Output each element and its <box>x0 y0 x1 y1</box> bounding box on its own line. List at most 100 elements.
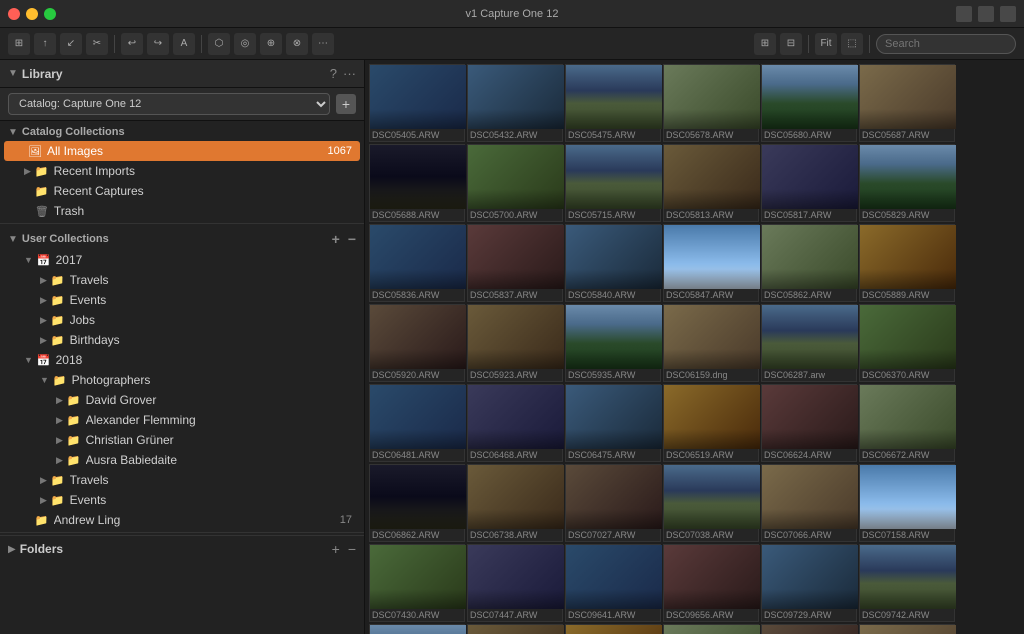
photo-cell[interactable]: DSC07027.ARW <box>565 464 661 542</box>
photo-cell[interactable]: DSC05935.ARW <box>565 304 661 382</box>
photo-cell[interactable]: DSC05715.ARW <box>565 144 661 222</box>
photo-cell[interactable]: DSC06159.dng <box>663 304 759 382</box>
photographers-chevron[interactable]: ▼ <box>40 375 49 385</box>
tool-btn-3[interactable]: ↙ <box>60 33 82 55</box>
folders-section[interactable]: ▶ Folders + − <box>0 535 364 562</box>
birthdays-chevron[interactable]: ▶ <box>40 335 47 346</box>
tool-btn-10[interactable]: ⊕ <box>260 33 282 55</box>
photo-cell[interactable]: DSC05475.ARW <box>565 64 661 142</box>
travels-2017-chevron[interactable]: ▶ <box>40 275 47 286</box>
travels-2017-item[interactable]: ▶ 📁 Travels <box>4 270 360 290</box>
photo-cell[interactable]: DSC06738.ARW <box>467 464 563 542</box>
folders-expand-arrow[interactable]: ▶ <box>8 544 16 555</box>
photo-cell[interactable]: DSC09771.ARW <box>369 624 465 634</box>
photo-cell[interactable]: DSC038861.arw <box>663 624 759 634</box>
tool-btn-8[interactable]: ⬡ <box>208 33 230 55</box>
toolbar-icon-2[interactable] <box>978 6 994 22</box>
birthdays-item[interactable]: ▶ 📁 Birthdays <box>4 330 360 350</box>
folders-add-icon[interactable]: + <box>332 541 340 557</box>
ausra-babiedaite-chevron[interactable]: ▶ <box>56 455 63 466</box>
photo-cell[interactable]: DSC05840.ARW <box>565 224 661 302</box>
recent-imports-item[interactable]: ▶ 📁 Recent Imports <box>4 161 360 181</box>
travels-2018-item[interactable]: ▶ 📁 Travels <box>4 470 360 490</box>
user-collections-arrow[interactable]: ▼ <box>8 234 18 245</box>
events-2018-chevron[interactable]: ▶ <box>40 495 47 506</box>
tool-btn-9[interactable]: ◎ <box>234 33 256 55</box>
photo-cell[interactable]: DSC06624.ARW <box>761 384 857 462</box>
photo-cell[interactable]: DSCF0300.RAF <box>761 624 857 634</box>
year-2018-chevron[interactable]: ▼ <box>24 355 33 365</box>
photo-cell[interactable]: DSC09656.ARW <box>663 544 759 622</box>
ausra-babiedaite-item[interactable]: ▶ 📁 Ausra Babiedaite <box>4 450 360 470</box>
view-toggle-1[interactable]: ⊞ <box>754 33 776 55</box>
all-images-item[interactable]: 🖼 All Images 1067 <box>4 141 360 161</box>
tool-fit[interactable]: Fit <box>815 33 837 55</box>
photo-cell[interactable]: DSC07158.ARW <box>859 464 955 542</box>
tool-btn-12[interactable]: ⋯ <box>312 33 334 55</box>
minimize-button[interactable] <box>26 8 38 20</box>
recent-imports-chevron[interactable]: ▶ <box>24 166 31 177</box>
events-2017-chevron[interactable]: ▶ <box>40 295 47 306</box>
search-input[interactable] <box>876 34 1016 54</box>
tool-btn-4[interactable]: ✂ <box>86 33 108 55</box>
user-collections-section[interactable]: ▼ User Collections + − <box>0 226 364 250</box>
user-collections-remove-icon[interactable]: − <box>348 231 356 247</box>
photo-cell[interactable]: DSC06672.ARW <box>859 384 955 462</box>
photo-cell[interactable]: DSC05817.ARW <box>761 144 857 222</box>
tool-zoom[interactable]: ⬚ <box>841 33 863 55</box>
photo-cell[interactable]: DSC09729.ARW <box>761 544 857 622</box>
tool-btn-5[interactable]: ↩ <box>121 33 143 55</box>
alexander-flemming-item[interactable]: ▶ 📁 Alexander Flemming <box>4 410 360 430</box>
photo-cell[interactable]: DSC07430.ARW <box>369 544 465 622</box>
photographers-item[interactable]: ▼ 📁 Photographers <box>4 370 360 390</box>
photo-cell[interactable]: DSC05923.ARW <box>467 304 563 382</box>
photo-cell[interactable]: DSC06519.ARW <box>663 384 759 462</box>
christian-gruner-item[interactable]: ▶ 📁 Christian Grüner <box>4 430 360 450</box>
jobs-item[interactable]: ▶ 📁 Jobs <box>4 310 360 330</box>
close-button[interactable] <box>8 8 20 20</box>
recent-captures-item[interactable]: ▶ 📁 Recent Captures <box>4 181 360 201</box>
trash-item[interactable]: ▶ 🗑 Trash <box>4 201 360 221</box>
photo-cell[interactable]: DSC05700.ARW <box>467 144 563 222</box>
maximize-button[interactable] <box>44 8 56 20</box>
photo-cell[interactable]: DSC09901.ARW <box>565 624 661 634</box>
library-help-icon[interactable]: ? <box>330 66 337 81</box>
alexander-flemming-chevron[interactable]: ▶ <box>56 415 63 426</box>
photo-cell[interactable]: DSC05688.ARW <box>369 144 465 222</box>
year-2017-item[interactable]: ▼ 📅 2017 <box>4 250 360 270</box>
folders-remove-icon[interactable]: − <box>348 541 356 557</box>
tool-btn-1[interactable]: ⊞ <box>8 33 30 55</box>
user-collections-add-icon[interactable]: + <box>332 231 340 247</box>
christian-gruner-chevron[interactable]: ▶ <box>56 435 63 446</box>
year-2017-chevron[interactable]: ▼ <box>24 255 33 265</box>
events-2018-item[interactable]: ▶ 📁 Events <box>4 490 360 510</box>
jobs-chevron[interactable]: ▶ <box>40 315 47 326</box>
photo-cell[interactable]: DSC06468.ARW <box>467 384 563 462</box>
photo-cell[interactable]: DSC09791.ARW <box>467 624 563 634</box>
photo-cell[interactable]: DSC05829.ARW <box>859 144 955 222</box>
tool-btn-2[interactable]: ↑ <box>34 33 56 55</box>
toolbar-icon-3[interactable] <box>1000 6 1016 22</box>
andrew-ling-item[interactable]: ▶ 📁 Andrew Ling 17 <box>4 510 360 530</box>
year-2018-item[interactable]: ▼ 📅 2018 <box>4 350 360 370</box>
photo-cell[interactable]: _0293.cr2 <box>859 624 955 634</box>
photo-cell[interactable]: DSC05687.ARW <box>859 64 955 142</box>
photo-cell[interactable]: DSC06862.ARW <box>369 464 465 542</box>
photo-cell[interactable]: DSC05405.ARW <box>369 64 465 142</box>
photo-cell[interactable]: DSC07066.ARW <box>761 464 857 542</box>
david-grover-chevron[interactable]: ▶ <box>56 395 63 406</box>
photo-cell[interactable]: DSC05920.ARW <box>369 304 465 382</box>
catalog-add-button[interactable]: + <box>336 94 356 114</box>
library-more-icon[interactable]: ··· <box>343 66 356 81</box>
photo-cell[interactable]: DSC05432.ARW <box>467 64 563 142</box>
tool-btn-11[interactable]: ⊗ <box>286 33 308 55</box>
view-toggle-2[interactable]: ⊟ <box>780 33 802 55</box>
photo-cell[interactable]: DSC05680.ARW <box>761 64 857 142</box>
photo-cell[interactable]: DSC05678.ARW <box>663 64 759 142</box>
photo-cell[interactable]: DSC05847.ARW <box>663 224 759 302</box>
travels-2018-chevron[interactable]: ▶ <box>40 475 47 486</box>
events-2017-item[interactable]: ▶ 📁 Events <box>4 290 360 310</box>
tool-btn-6[interactable]: ↪ <box>147 33 169 55</box>
photo-cell[interactable]: DSC06481.ARW <box>369 384 465 462</box>
catalog-select[interactable]: Catalog: Capture One 12 <box>8 93 330 115</box>
